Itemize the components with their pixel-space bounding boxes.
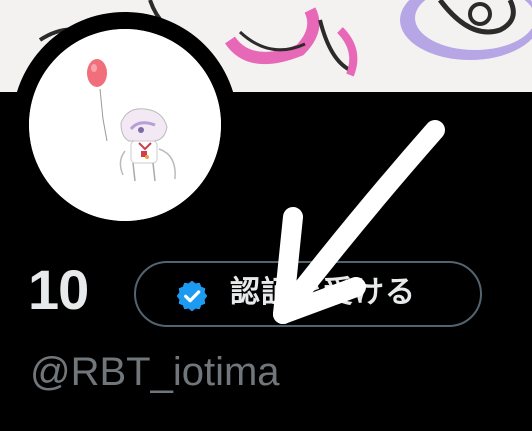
display-name: 10 bbox=[28, 258, 89, 321]
get-verified-label: 認証を受ける bbox=[230, 276, 416, 309]
get-verified-button[interactable]: 認証を受ける bbox=[134, 261, 482, 327]
profile-avatar[interactable] bbox=[12, 12, 238, 238]
user-handle: @RBT_iotima bbox=[30, 350, 280, 394]
avatar-image bbox=[29, 29, 221, 221]
verified-badge-icon bbox=[176, 280, 208, 312]
